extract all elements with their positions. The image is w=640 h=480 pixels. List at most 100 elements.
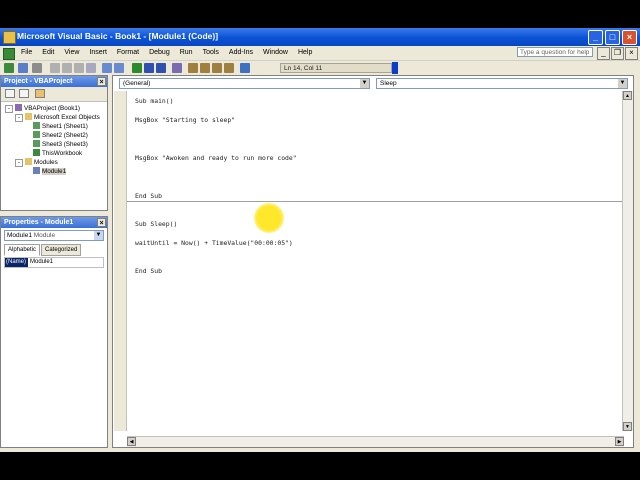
undo-icon[interactable] (102, 63, 112, 73)
object-name: Module1 (7, 232, 32, 239)
collapse-icon[interactable]: - (5, 105, 13, 113)
cut-icon[interactable] (50, 63, 60, 73)
doc-restore-button[interactable]: ❐ (611, 47, 624, 60)
collapse-icon[interactable]: - (15, 159, 23, 167)
tree-item-sheet3[interactable]: Sheet3 (Sheet3) (33, 140, 88, 149)
menu-file[interactable]: File (16, 48, 37, 58)
module-system-icon[interactable] (3, 48, 15, 60)
insert-module-icon[interactable] (18, 63, 28, 73)
code-line[interactable]: End Sub (135, 192, 162, 200)
paste-icon[interactable] (74, 63, 84, 73)
find-icon[interactable] (86, 63, 96, 73)
vba-app-icon[interactable] (3, 31, 16, 44)
title-bar[interactable]: Microsoft Visual Basic - Book1 - [Module… (0, 28, 640, 46)
collapse-icon[interactable]: - (15, 114, 23, 122)
chevron-down-icon[interactable]: ▼ (618, 79, 627, 88)
code-editor[interactable]: Sub main() MsgBox "Starting to sleep" Ms… (127, 91, 624, 431)
save-icon[interactable] (32, 63, 42, 73)
vertical-scrollbar[interactable]: ▲ ▼ (622, 91, 633, 431)
menu-format[interactable]: Format (112, 48, 144, 58)
break-icon[interactable] (144, 63, 154, 73)
menu-help[interactable]: Help (293, 48, 317, 58)
tree-item-modules[interactable]: - Modules (15, 158, 58, 167)
properties-tabs: Alphabetic Categorized (1, 243, 107, 256)
minimize-button[interactable]: _ (588, 30, 603, 45)
menu-items: File Edit View Insert Format Debug Run T… (16, 48, 317, 58)
property-value[interactable]: Module1 (28, 258, 53, 267)
object-browser-icon[interactable] (212, 63, 222, 73)
property-row-name[interactable]: (Name) Module1 (4, 257, 104, 268)
tree-item-module1[interactable]: Module1 (33, 167, 67, 176)
code-window: (General) ▼ Sleep ▼ Sub main() MsgBox "S… (112, 75, 634, 448)
chevron-down-icon[interactable]: ▼ (94, 231, 103, 240)
view-excel-icon[interactable] (4, 63, 14, 73)
scroll-down-icon[interactable]: ▼ (623, 422, 632, 431)
redo-icon[interactable] (114, 63, 124, 73)
doc-close-button[interactable]: × (625, 47, 638, 60)
design-mode-icon[interactable] (172, 63, 182, 73)
properties-title: Properties - Module1 (4, 219, 74, 226)
code-line[interactable]: Sub Sleep() (135, 220, 177, 228)
standard-toolbar: Ln 14, Col 11 (0, 61, 400, 75)
sheet-icon (33, 122, 40, 129)
menu-insert[interactable]: Insert (84, 48, 112, 58)
copy-icon[interactable] (62, 63, 72, 73)
procedure-combo-value: Sleep (380, 80, 397, 87)
project-explorer-icon[interactable] (188, 63, 198, 73)
project-explorer: Project - VBAProject × - VBAProject (Book… (0, 75, 108, 211)
menu-bar: File Edit View Insert Format Debug Run T… (0, 46, 640, 61)
tree-item-excel-objects[interactable]: - Microsoft Excel Objects (15, 113, 100, 122)
menu-tools[interactable]: Tools (198, 48, 224, 58)
menu-edit[interactable]: Edit (37, 48, 59, 58)
project-close-button[interactable]: × (97, 77, 106, 86)
margin-indicator-bar[interactable] (114, 91, 127, 431)
code-line[interactable]: Sub main() (135, 97, 173, 105)
close-button[interactable]: × (622, 30, 637, 45)
properties-title-bar[interactable]: Properties - Module1 × (1, 217, 107, 228)
sheet-icon (33, 131, 40, 138)
code-line[interactable]: MsgBox "Starting to sleep" (135, 116, 235, 124)
object-select[interactable]: Module1 Module ▼ (4, 230, 104, 241)
menu-view[interactable]: View (59, 48, 84, 58)
project-title: Project - VBAProject (4, 78, 73, 85)
window-controls: _ □ × (588, 30, 637, 45)
code-line[interactable]: waitUntil = Now() + TimeValue("00:00:05"… (135, 239, 293, 247)
procedure-separator (127, 201, 624, 202)
tab-alphabetic[interactable]: Alphabetic (4, 244, 41, 256)
properties-window-icon[interactable] (200, 63, 210, 73)
project-icon (15, 104, 22, 111)
menu-run[interactable]: Run (175, 48, 198, 58)
run-icon[interactable] (132, 63, 142, 73)
code-line[interactable]: End Sub (135, 267, 162, 275)
scroll-left-icon[interactable]: ◀ (127, 437, 136, 446)
properties-close-button[interactable]: × (97, 218, 106, 227)
chevron-down-icon[interactable]: ▼ (360, 79, 369, 88)
code-line[interactable]: MsgBox "Awoken and ready to run more cod… (135, 154, 297, 162)
scroll-right-icon[interactable]: ▶ (615, 437, 624, 446)
module-icon (33, 167, 40, 174)
doc-minimize-button[interactable]: _ (597, 47, 610, 60)
menu-window[interactable]: Window (258, 48, 293, 58)
view-object-icon[interactable] (19, 89, 29, 98)
tree-item-sheet1[interactable]: Sheet1 (Sheet1) (33, 122, 88, 131)
workbook-icon (33, 149, 40, 156)
tree-item-sheet2[interactable]: Sheet2 (Sheet2) (33, 131, 88, 140)
project-title-bar[interactable]: Project - VBAProject × (1, 76, 107, 87)
view-code-icon[interactable] (5, 89, 15, 98)
tab-categorized[interactable]: Categorized (41, 244, 82, 256)
help-icon[interactable] (240, 63, 250, 73)
maximize-button[interactable]: □ (605, 30, 620, 45)
horizontal-scrollbar[interactable]: ◀ ▶ (127, 436, 624, 447)
help-search-input[interactable]: Type a question for help (517, 47, 593, 57)
toggle-folders-icon[interactable] (35, 89, 45, 98)
toolbox-icon[interactable] (224, 63, 234, 73)
object-type: Module (33, 232, 56, 239)
procedure-combo[interactable]: Sleep ▼ (376, 78, 628, 89)
menu-debug[interactable]: Debug (144, 48, 175, 58)
tree-item-vbaproject[interactable]: - VBAProject (Book1) (5, 104, 80, 113)
tree-item-thisworkbook[interactable]: ThisWorkbook (33, 149, 82, 158)
menu-add-ins[interactable]: Add-Ins (224, 48, 258, 58)
reset-icon[interactable] (156, 63, 166, 73)
scroll-up-icon[interactable]: ▲ (623, 91, 632, 100)
object-combo[interactable]: (General) ▼ (119, 78, 370, 89)
